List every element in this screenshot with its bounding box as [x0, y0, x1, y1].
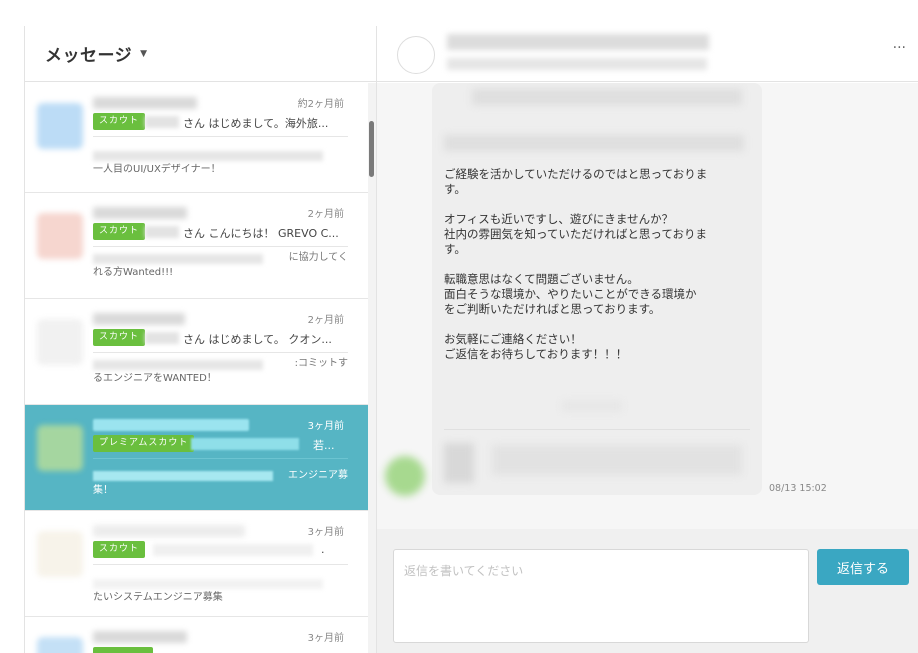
conversation-sidebar: メッセージ ▼ 約2ヶ月前 スカウト さん はじめまして。海外旅... 一人目の…	[24, 26, 377, 653]
redacted-text	[145, 226, 179, 238]
conversation-item[interactable]: 2ヶ月前 スカウト さん こんにちは！ GREVO C... に協力してく れる…	[25, 193, 370, 299]
scrollbar-thumb[interactable]	[369, 121, 374, 177]
conversation-preview: たいシステムエンジニア募集	[93, 579, 348, 605]
redacted-text	[444, 135, 744, 151]
conversation-preview: 一人目のUI/UXデザイナー！	[93, 151, 348, 177]
conversation-item[interactable]: 2ヶ月前 スカウト さん はじめまして。 クオン... :コミットす るエンジニ…	[25, 299, 370, 405]
conversation-item[interactable]: 約2ヶ月前 スカウト さん はじめまして。海外旅... 一人目のUI/UXデザイ…	[25, 83, 370, 193]
preview-text: 一人目のUI/UXデザイナー！	[93, 164, 221, 175]
thread-header: ···	[377, 26, 918, 82]
conversation-time: 3ヶ月前	[307, 633, 344, 644]
sidebar-header[interactable]: メッセージ ▼	[25, 26, 376, 82]
conversation-subject: .	[321, 543, 325, 556]
redacted-text	[145, 116, 179, 128]
message-bubble: ご経験を活かしていただけるのではと思っておりま す。 オフィスも近いですし、遊び…	[432, 83, 762, 495]
conversation-item-active[interactable]: 3ヶ月前 プレミアムスカウト 若... エンジニア募 集！	[25, 405, 370, 511]
divider	[444, 429, 750, 430]
thread-panel: ··· ご経験を活かしていただけるのではと思っておりま す。 オフィスも近いです…	[377, 26, 918, 653]
preview-line-2: るエンジニアをWANTED！	[93, 372, 217, 386]
conversation-subject-row: スカウト さん こんにちは！ GREVO C...	[93, 223, 348, 247]
avatar	[37, 319, 83, 365]
messages-app: メッセージ ▼ 約2ヶ月前 スカウト さん はじめまして。海外旅... 一人目の…	[0, 26, 918, 653]
chevron-down-icon[interactable]: ▼	[140, 49, 147, 59]
avatar	[37, 103, 83, 149]
conversation-subject-row: スカウト .	[93, 541, 348, 565]
recipient-info-redacted	[447, 58, 707, 70]
conversation-subject: さん こんにちは！ GREVO C...	[183, 227, 339, 240]
redacted-text	[472, 89, 742, 105]
preview-text: るエンジニアをWANTED！	[93, 373, 217, 384]
conversation-time: 2ヶ月前	[307, 315, 344, 326]
avatar	[37, 213, 83, 259]
reply-input[interactable]	[393, 549, 809, 643]
conversation-subject-row: プレミアムスカウト 若...	[93, 435, 348, 459]
redacted-text	[492, 445, 742, 475]
sender-name-redacted	[93, 97, 197, 109]
conversation-subject-row: スカウト さん はじめまして。海外旅...	[93, 113, 348, 137]
conversation-item[interactable]: 3ヶ月前 スカウト . たいシステムエンジニア募集	[25, 511, 370, 617]
conversation-subject: 若...	[313, 439, 335, 452]
redacted-text	[191, 438, 299, 450]
sender-name-redacted	[93, 419, 249, 431]
sender-name-redacted	[93, 207, 187, 219]
sender-name-redacted	[93, 525, 245, 537]
redacted-text	[562, 401, 622, 411]
compose-area: 返信する	[377, 529, 918, 653]
conversation-time: 約2ヶ月前	[297, 99, 344, 110]
attachment-thumbnail	[444, 443, 474, 483]
avatar	[37, 637, 83, 653]
preview-text-right: :コミットす	[294, 358, 348, 369]
scout-tag	[93, 647, 153, 653]
send-button[interactable]: 返信する	[817, 549, 909, 585]
conversation-time: 3ヶ月前	[307, 421, 344, 432]
conversation-time: 2ヶ月前	[307, 209, 344, 220]
conversation-subject: さん はじめまして。 クオン...	[183, 333, 332, 346]
preview-text: たいシステムエンジニア募集	[93, 592, 223, 603]
scout-tag: スカウト	[93, 223, 146, 240]
preview-text: れる方Wanted!!!	[93, 267, 174, 278]
sender-name-redacted	[93, 631, 187, 643]
preview-line-2: れる方Wanted!!!	[93, 266, 173, 280]
avatar	[37, 531, 83, 577]
redacted-text	[93, 579, 323, 589]
preview-text-right: エンジニア募	[288, 470, 348, 481]
redacted-text	[153, 544, 313, 556]
scout-tag: スカウト	[93, 329, 146, 346]
redacted-text	[93, 471, 273, 481]
message-thread: ご経験を活かしていただけるのではと思っておりま す。 オフィスも近いですし、遊び…	[377, 83, 918, 529]
sidebar-scrollbar[interactable]	[368, 83, 376, 653]
message-text: ご経験を活かしていただけるのではと思っておりま す。 オフィスも近いですし、遊び…	[444, 167, 708, 361]
conversation-item[interactable]: 3ヶ月前	[25, 617, 370, 653]
redacted-text	[145, 332, 179, 344]
scout-tag: スカウト	[93, 113, 146, 130]
avatar	[385, 456, 425, 496]
recipient-name-redacted	[447, 34, 709, 50]
conversation-list: 約2ヶ月前 スカウト さん はじめまして。海外旅... 一人目のUI/UXデザイ…	[25, 83, 370, 653]
premium-scout-tag: プレミアムスカウト	[93, 435, 195, 452]
avatar[interactable]	[397, 36, 435, 74]
scout-tag: スカウト	[93, 541, 146, 558]
preview-text-right: に協力してく	[288, 252, 348, 263]
redacted-text	[93, 254, 263, 264]
preview-line-2: 集！	[93, 484, 113, 498]
redacted-text	[93, 360, 263, 370]
conversation-subject-row: スカウト さん はじめまして。 クオン...	[93, 329, 348, 353]
message-timestamp: 08/13 15:02	[769, 483, 827, 494]
sidebar-title[interactable]: メッセージ	[45, 41, 132, 66]
more-options-button[interactable]: ···	[893, 40, 906, 56]
sender-name-redacted	[93, 313, 185, 325]
conversation-subject: さん はじめまして。海外旅...	[183, 117, 329, 130]
preview-text: 集！	[93, 485, 113, 496]
redacted-text	[93, 151, 323, 161]
conversation-time: 3ヶ月前	[307, 527, 344, 538]
avatar	[37, 425, 83, 471]
